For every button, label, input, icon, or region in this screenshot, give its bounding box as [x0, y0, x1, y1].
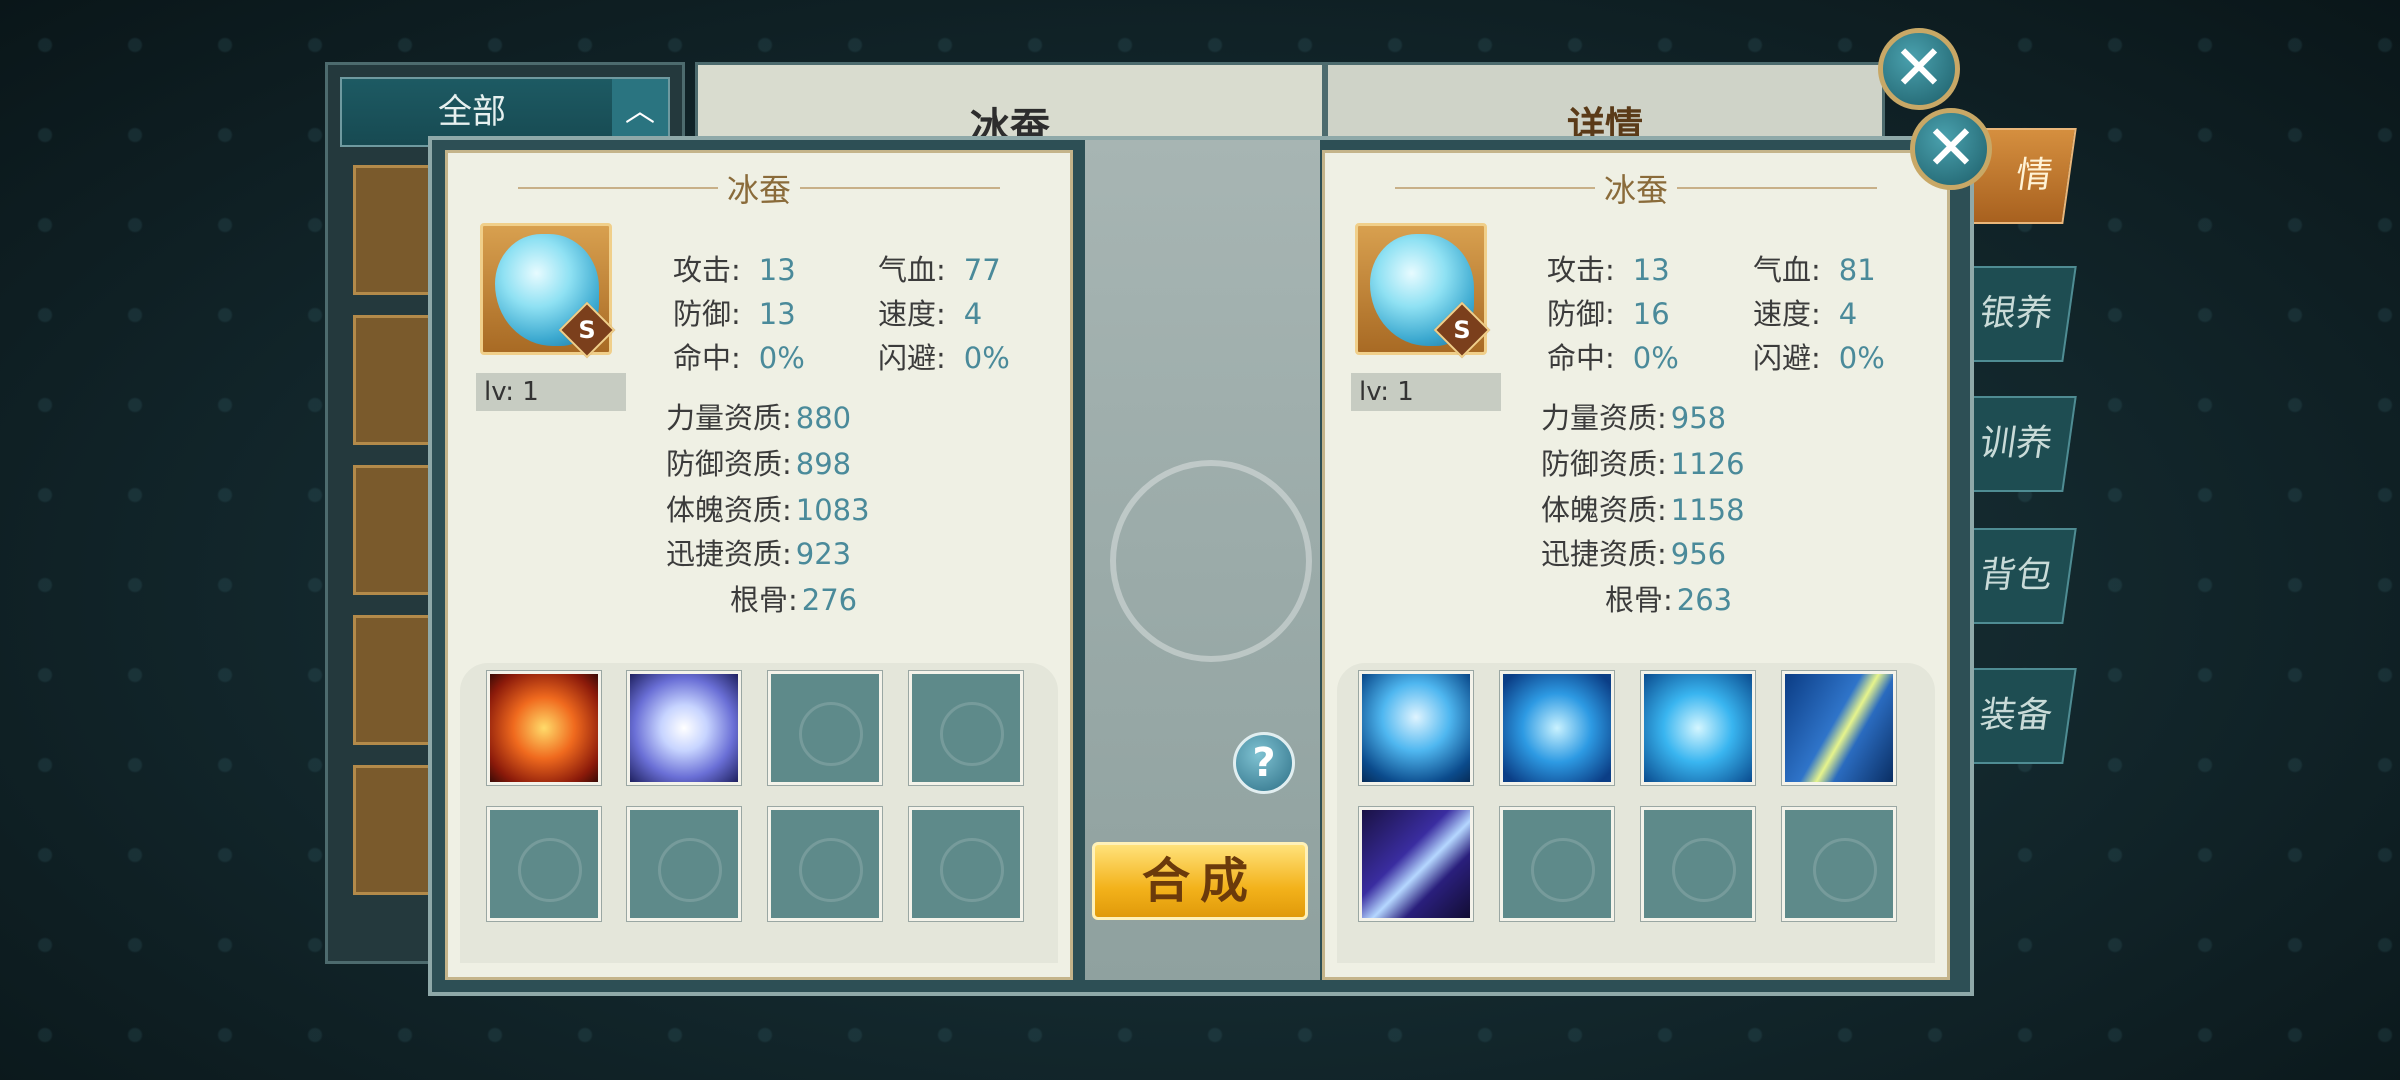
power-aptitude: 力量资质: 880 [666, 401, 852, 435]
empty-skill-slot[interactable] [908, 670, 1024, 786]
dialog-close-button[interactable]: ✕ [1910, 108, 1992, 190]
dodge-stat: 闪避: 0% [878, 341, 1010, 375]
body-aptitude: 体魄资质: 1083 [666, 493, 870, 527]
attack-stat: 攻击: 13 [673, 253, 796, 287]
merge-button[interactable]: 合成 [1092, 842, 1308, 920]
cross-blade-skill-icon[interactable] [1640, 670, 1756, 786]
hp-stat: 气血: 81 [1753, 253, 1876, 287]
pet-avatar[interactable]: S [1355, 223, 1491, 359]
fire-skill-icon[interactable] [486, 670, 602, 786]
power-aptitude: 力量资质: 958 [1541, 401, 1727, 435]
empty-skill-slot[interactable] [1640, 806, 1756, 922]
skill-grid [1337, 663, 1935, 963]
empty-skill-slot[interactable] [767, 670, 883, 786]
agility-aptitude: 迅捷资质: 923 [666, 537, 852, 571]
hit-stat: 命中: 0% [1547, 341, 1679, 375]
skill-grid [460, 663, 1058, 963]
close-icon: ✕ [1893, 31, 1945, 104]
agility-aptitude: 迅捷资质: 956 [1541, 537, 1727, 571]
lightning-skill-icon[interactable] [1358, 670, 1474, 786]
speed-stat: 速度: 4 [1753, 297, 1858, 331]
empty-skill-slot[interactable] [626, 806, 742, 922]
empty-skill-slot[interactable] [1499, 806, 1615, 922]
hit-stat: 命中: 0% [673, 341, 805, 375]
dodge-stat: 闪避: 0% [1753, 341, 1885, 375]
empty-skill-slot[interactable] [908, 806, 1024, 922]
pet-avatar[interactable]: S [480, 223, 616, 359]
body-aptitude: 体魄资质: 1158 [1541, 493, 1745, 527]
claw-skill-icon[interactable] [1358, 806, 1474, 922]
defense-stat: 防御: 16 [1547, 297, 1670, 331]
defense-aptitude: 防御资质: 898 [666, 447, 852, 481]
shield-skill-icon[interactable] [1781, 670, 1897, 786]
right-pet-card: 冰蚕 S lv: 1 攻击: 13 气血: 81 防御: 16 速度: 4 命中: 0% … [1322, 150, 1950, 980]
empty-skill-slot[interactable] [767, 806, 883, 922]
empty-skill-slot[interactable] [486, 806, 602, 922]
empty-skill-slot[interactable] [1781, 806, 1897, 922]
pet-name: 冰蚕 [448, 165, 1070, 211]
close-icon: ✕ [1925, 111, 1977, 184]
level-label: lv: 1 [1351, 373, 1501, 411]
help-button[interactable]: ? [1233, 732, 1295, 794]
speed-stat: 速度: 4 [878, 297, 983, 331]
dragon-emblem-icon [1110, 460, 1312, 662]
defense-stat: 防御: 13 [673, 297, 796, 331]
level-label: lv: 1 [476, 373, 626, 411]
vortex-skill-icon[interactable] [1499, 670, 1615, 786]
hp-stat: 气血: 77 [878, 253, 1001, 287]
bone-stat: 根骨: 276 [730, 583, 858, 617]
bone-stat: 根骨: 263 [1605, 583, 1733, 617]
left-pet-card: 冰蚕 S lv: 1 攻击: 13 气血: 77 防御: 13 速度: 4 命中: 0% … [445, 150, 1073, 980]
pet-name: 冰蚕 [1325, 165, 1947, 211]
defense-aptitude: 防御资质: 1126 [1541, 447, 1745, 481]
whirlwind-skill-icon[interactable] [626, 670, 742, 786]
background-close-button[interactable]: ✕ [1878, 28, 1960, 110]
attack-stat: 攻击: 13 [1547, 253, 1670, 287]
